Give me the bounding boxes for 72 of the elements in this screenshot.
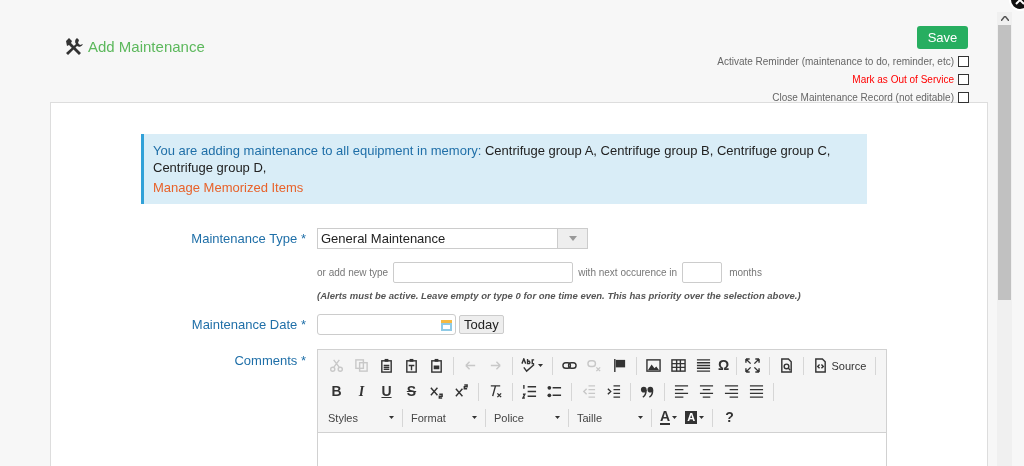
maximize-icon [745,358,761,374]
bulleted-list-icon [547,384,562,400]
caret-icon [568,236,577,241]
superscript-icon [454,384,469,400]
toolbar-button[interactable]: U [374,381,399,403]
quote-icon [640,384,655,400]
option-label: Activate Reminder (maintenance to do, reminder, etc) [717,55,954,69]
scrollbar[interactable] [997,12,1012,466]
caret-icon [638,416,643,420]
months-field[interactable] [682,262,723,283]
toolbar-button[interactable]: I [349,381,374,403]
align-right-icon [724,384,739,400]
clipboard-icon [429,358,444,374]
caret-icon [672,416,678,420]
image-icon [645,358,661,374]
horizontal-lines-icon [695,358,711,374]
toolbar-dropdown[interactable]: Format [407,407,481,429]
today-button[interactable]: Today [459,315,504,335]
clipboard-icon [379,358,394,374]
field-label: months [729,266,762,280]
field-label: with next occurence in [578,266,678,280]
align-left-icon [674,384,689,400]
table-icon [670,358,686,374]
align-justify-icon [749,384,764,400]
toolbar-dropdown[interactable]: Taille [573,407,647,429]
scissors-icon [329,358,344,374]
field-label: or add new type [317,266,389,280]
source-button[interactable]: Source [807,355,872,377]
checkbox[interactable] [958,74,969,85]
notice-text: You are adding maintenance to all equipment in memory: Centrifuge group A, Centrifuge group B, Centrifuge group C, Centrifuge group D, [153,142,832,176]
clipboard-icon [404,358,419,374]
scroll-up-icon[interactable] [1000,16,1009,21]
align-center-icon [699,384,714,400]
copy-icon [354,358,369,374]
maintenance-type-select[interactable]: General Maintenance [317,228,588,249]
preview-icon [778,358,794,374]
background-color-button[interactable]: A [681,407,709,429]
field-label: Maintenance Date * [190,316,306,334]
clear-format-icon [488,384,503,400]
checkbox[interactable] [958,56,969,67]
source-icon [812,358,828,374]
toolbar-dropdown[interactable]: Styles [324,407,398,429]
checkbox[interactable] [958,92,969,103]
caret-icon [538,364,544,368]
numbered-list-icon [522,384,537,400]
date-field[interactable] [317,314,456,336]
caret-icon [555,416,560,420]
flag-icon [611,358,627,374]
hint-text: (Alerts must be active. Leave empty or type 0 for one time even. This has priority over the selection above.) [317,289,801,303]
caret-icon [472,416,477,420]
toolbar-dropdown[interactable]: Police [490,407,564,429]
outdent-icon [581,384,596,400]
caret-icon [389,416,394,420]
page-title: Add Maintenance [88,36,205,57]
indent-icon [606,384,621,400]
toolbar-button[interactable]: ? [717,407,743,429]
scroll-thumb[interactable] [998,25,1011,300]
text-color-button[interactable]: A [656,407,682,429]
toolbar-button[interactable]: B [324,381,349,403]
caret-icon [699,416,705,420]
tools-icon [64,37,84,57]
option-label: Close Maintenance Record (not editable) [772,91,954,105]
calendar-icon [441,318,452,331]
field-label: Comments * [233,352,306,371]
subscript-icon [429,384,444,400]
new-type-field[interactable] [393,262,574,283]
unlink-icon [586,358,602,374]
spellcheck-icon [521,358,537,374]
toolbar-button[interactable]: Ω [715,355,732,377]
toolbar-button[interactable]: S [399,381,424,403]
field-label: Maintenance Type * [190,229,306,248]
option-label: Mark as Out of Service [852,73,954,87]
